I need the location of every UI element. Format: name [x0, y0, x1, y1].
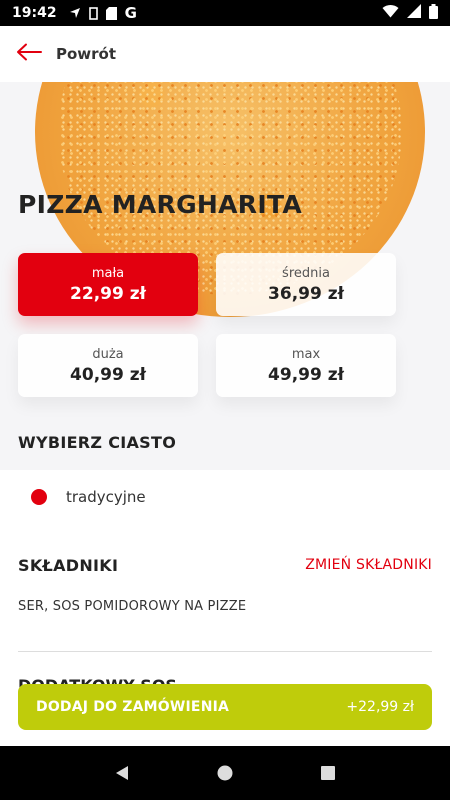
- size-price: 22,99 zł: [70, 283, 146, 304]
- dough-option-traditional[interactable]: tradycyjne: [0, 470, 450, 524]
- sim-icon: [88, 5, 98, 21]
- status-bar: 19:42 G: [0, 0, 450, 26]
- nav-back-icon[interactable]: [111, 762, 133, 784]
- radio-selected-icon: [31, 489, 47, 505]
- add-to-order-button[interactable]: DODAJ DO ZAMÓWIENIA +22,99 zł: [18, 684, 432, 730]
- product-title: PIZZA MARGHARITA: [18, 190, 303, 219]
- signal-icon: [407, 4, 421, 22]
- product-content[interactable]: PIZZA MARGHARITA mała 22,99 zł średnia 3…: [0, 82, 450, 746]
- size-name: duża: [92, 346, 124, 362]
- ingredients-title: SKŁADNIKI: [18, 556, 119, 575]
- status-time: 19:42: [12, 5, 57, 21]
- ingredients-list: SER, SOS POMIDOROWY NA PIZZE: [18, 599, 247, 614]
- dough-section-title: WYBIERZ CIASTO: [18, 433, 177, 452]
- size-price: 36,99 zł: [268, 283, 344, 304]
- dough-option-label: tradycyjne: [66, 488, 146, 506]
- size-name: max: [291, 346, 321, 362]
- app-header: Powrót: [0, 26, 450, 82]
- navigation-arrow-icon: [69, 5, 81, 21]
- product-screen: 19:42 G Powrót PIZZA MARGHARITA mała 22,…: [0, 0, 450, 800]
- arrow-left-icon: [16, 43, 42, 65]
- change-ingredients-link[interactable]: ZMIEŃ SKŁADNIKI: [305, 557, 432, 573]
- back-label: Powrót: [56, 45, 117, 63]
- back-button[interactable]: Powrót: [16, 43, 116, 65]
- add-to-order-price: +22,99 zł: [346, 699, 414, 715]
- sd-card-icon: [105, 5, 117, 21]
- size-option-medium[interactable]: średnia 36,99 zł: [216, 253, 396, 316]
- battery-icon: [429, 3, 438, 23]
- size-price: 40,99 zł: [70, 364, 146, 385]
- size-name: mała: [91, 265, 125, 281]
- size-option-small[interactable]: mała 22,99 zł: [18, 253, 198, 316]
- size-option-large[interactable]: duża 40,99 zł: [18, 334, 198, 397]
- system-nav-bar: [0, 746, 450, 800]
- divider: [18, 651, 432, 652]
- nav-recents-icon[interactable]: [317, 762, 339, 784]
- wifi-icon: [382, 4, 399, 22]
- size-name: średnia: [282, 265, 330, 281]
- nav-home-icon[interactable]: [214, 762, 236, 784]
- status-right-group: [382, 3, 438, 23]
- add-to-order-label: DODAJ DO ZAMÓWIENIA: [36, 699, 230, 715]
- size-option-max[interactable]: max 49,99 zł: [216, 334, 396, 397]
- size-price: 49,99 zł: [268, 364, 344, 385]
- google-icon: G: [124, 4, 137, 22]
